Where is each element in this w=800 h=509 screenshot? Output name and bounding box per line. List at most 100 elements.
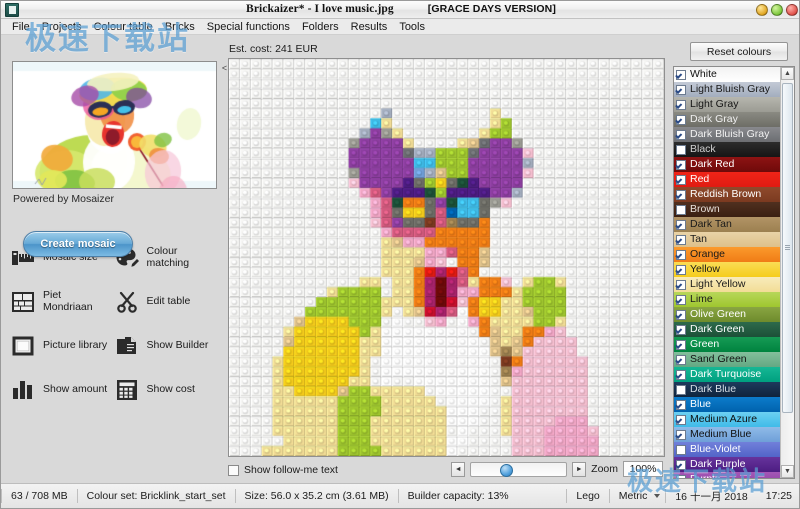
tool-piet-mondriaan[interactable]: Piet Mondriaan <box>9 287 111 317</box>
menu-item-colour-table[interactable]: Colour table <box>87 20 158 34</box>
colour-row[interactable]: Dark Green <box>674 322 780 337</box>
colour-checkbox[interactable] <box>676 145 686 155</box>
estimated-cost-label: Est. cost: 241 EUR <box>229 43 318 55</box>
colour-row[interactable]: Purple <box>674 472 780 478</box>
colour-row[interactable]: Dark Bluish Gray <box>674 127 780 142</box>
zoom-slider-track[interactable] <box>470 462 567 477</box>
close-button[interactable] <box>786 4 798 16</box>
colour-row[interactable]: Brown <box>674 202 780 217</box>
scroll-up-button[interactable]: ▲ <box>781 67 794 80</box>
tool-edit-table[interactable]: Edit table <box>113 287 215 317</box>
colour-row[interactable]: Yellow <box>674 262 780 277</box>
colour-checkbox[interactable] <box>676 445 686 455</box>
menu-item-results[interactable]: Results <box>345 20 394 34</box>
colour-checkbox[interactable] <box>676 85 686 95</box>
colour-checkbox[interactable] <box>676 460 686 470</box>
colour-checkbox[interactable] <box>676 205 686 215</box>
colour-checkbox[interactable] <box>676 355 686 365</box>
colour-row[interactable]: Olive Green <box>674 307 780 322</box>
colour-checkbox[interactable] <box>676 310 686 320</box>
colour-row[interactable]: Sand Green <box>674 352 780 367</box>
colour-row[interactable]: Tan <box>674 232 780 247</box>
menu-item-tools[interactable]: Tools <box>393 20 431 34</box>
colour-row[interactable]: Dark Purple <box>674 457 780 472</box>
colour-checkbox[interactable] <box>676 130 686 140</box>
source-image-preview[interactable] <box>12 61 217 189</box>
colour-checkbox[interactable] <box>676 160 686 170</box>
colour-checkbox[interactable] <box>676 325 686 335</box>
colour-row[interactable]: Dark Red <box>674 157 780 172</box>
colour-row[interactable]: White <box>674 67 780 82</box>
colour-row[interactable]: Light Bluish Gray <box>674 82 780 97</box>
minimize-button[interactable] <box>756 4 768 16</box>
show-followme-checkbox[interactable] <box>228 465 239 476</box>
zoom-value-field[interactable]: 100% <box>623 461 663 477</box>
zoom-increase-button[interactable]: ► <box>572 462 586 477</box>
menu-item-special-functions[interactable]: Special functions <box>201 20 296 34</box>
colour-checkbox[interactable] <box>676 70 686 80</box>
colour-row[interactable]: Medium Azure <box>674 412 780 427</box>
colour-row[interactable]: Reddish Brown <box>674 187 780 202</box>
colour-row[interactable]: Blue-Violet <box>674 442 780 457</box>
menu-item-file[interactable]: File <box>6 20 36 34</box>
colour-list-scrollbar[interactable]: ▲ ▼ <box>780 67 794 478</box>
colour-row[interactable]: Orange <box>674 247 780 262</box>
colour-checkbox[interactable] <box>676 475 686 479</box>
colour-name: Black <box>690 142 720 157</box>
colour-list-scroll-thumb[interactable] <box>782 83 793 413</box>
colour-checkbox[interactable] <box>676 340 686 350</box>
colour-row[interactable]: Dark Blue <box>674 382 780 397</box>
colour-checkbox[interactable] <box>676 250 686 260</box>
colour-row[interactable]: Medium Blue <box>674 427 780 442</box>
colour-row[interactable]: Light Yellow <box>674 277 780 292</box>
colour-checkbox[interactable] <box>676 100 686 110</box>
tool-show-cost[interactable]: Show cost <box>113 375 215 405</box>
scroll-down-button[interactable]: ▼ <box>781 465 794 478</box>
colour-row[interactable]: Light Gray <box>674 97 780 112</box>
mosaic-canvas-frame[interactable] <box>228 58 665 457</box>
colour-row[interactable]: Dark Gray <box>674 112 780 127</box>
status-units-select[interactable]: Metric <box>610 488 666 504</box>
colour-name: Lime <box>690 292 717 307</box>
status-units-value: Metric <box>619 490 648 502</box>
colour-checkbox[interactable] <box>676 385 686 395</box>
maximize-button[interactable] <box>771 4 783 16</box>
zoom-slider-thumb[interactable] <box>500 464 513 477</box>
colour-checkbox[interactable] <box>676 415 686 425</box>
title-bar: Brickaizer* - I love music.jpg[GRACE DAY… <box>1 1 800 19</box>
menu-item-bricks[interactable]: Bricks <box>159 20 201 34</box>
create-mosaic-button[interactable]: Create mosaic <box>23 231 133 257</box>
colour-checkbox[interactable] <box>676 400 686 410</box>
colour-list[interactable]: WhiteLight Bluish GrayLight GrayDark Gra… <box>674 67 780 478</box>
colour-name: Dark Turquoise <box>690 367 765 382</box>
tool-show-amount[interactable]: Show amount <box>9 375 111 405</box>
colour-checkbox[interactable] <box>676 280 686 290</box>
colour-checkbox[interactable] <box>676 265 686 275</box>
reset-colours-button[interactable]: Reset colours <box>690 42 788 61</box>
menu-item-folders[interactable]: Folders <box>296 20 345 34</box>
zoom-decrease-button[interactable]: ◄ <box>451 462 465 477</box>
colour-row[interactable]: Dark Turquoise <box>674 367 780 382</box>
colour-row[interactable]: Dark Tan <box>674 217 780 232</box>
colour-name: Blue <box>690 397 715 412</box>
colour-checkbox[interactable] <box>676 175 686 185</box>
colour-checkbox[interactable] <box>676 295 686 305</box>
tool-picture-library[interactable]: Picture library <box>9 331 111 361</box>
colour-checkbox[interactable] <box>676 430 686 440</box>
colour-row[interactable]: Black <box>674 142 780 157</box>
colour-row[interactable]: Red <box>674 172 780 187</box>
colour-checkbox[interactable] <box>676 235 686 245</box>
menu-item-projects[interactable]: Projects <box>36 20 88 34</box>
mosaic-preview[interactable] <box>229 59 664 456</box>
colour-row[interactable]: Lime <box>674 292 780 307</box>
colour-checkbox[interactable] <box>676 370 686 380</box>
colour-checkbox[interactable] <box>676 190 686 200</box>
colour-checkbox[interactable] <box>676 220 686 230</box>
colour-row[interactable]: Blue <box>674 397 780 412</box>
tool-show-builder[interactable]: Show Builder <box>113 331 215 361</box>
colour-row[interactable]: Green <box>674 337 780 352</box>
mosaic-canvas[interactable] <box>229 59 664 456</box>
colour-checkbox[interactable] <box>676 115 686 125</box>
menu-bar: File Projects Colour table Bricks Specia… <box>1 19 800 35</box>
tool-label: Piet Mondriaan <box>43 290 110 313</box>
